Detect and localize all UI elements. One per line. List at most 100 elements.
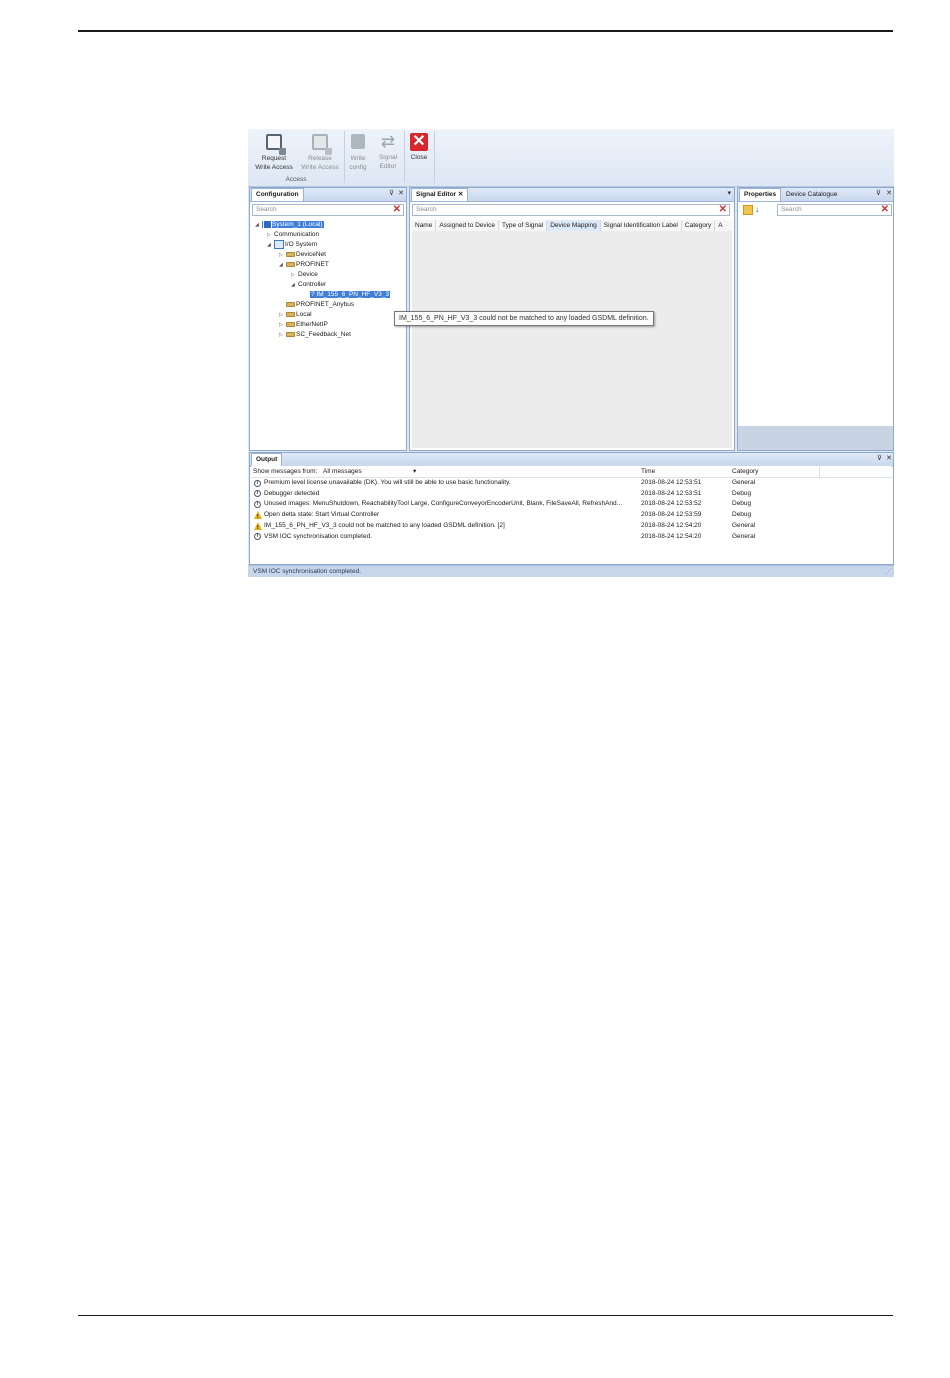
expand-toggle[interactable]: ◢ xyxy=(291,280,298,290)
status-bar: VSM IOC synchronisation completed. ⋰ xyxy=(248,565,894,577)
pin-icon[interactable]: ⊽ xyxy=(877,453,882,465)
expand-toggle[interactable]: ▷ xyxy=(291,270,298,280)
categorized-view-icon[interactable] xyxy=(743,205,753,215)
output-row[interactable]: IM_155_6_PN_HF_V3_3 could not be matched… xyxy=(251,521,892,533)
tab-properties[interactable]: Properties xyxy=(739,188,782,201)
output-message: VSM IOC synchronisation completed. xyxy=(264,532,373,540)
warning-icon xyxy=(254,511,262,523)
tree-node-im155[interactable]: ? IM_155_6_PN_HF_V3_3 xyxy=(310,290,391,300)
column-header-signal-identification-label[interactable]: Signal Identification Label xyxy=(601,220,682,231)
tree-node-local[interactable]: ▷ Local xyxy=(279,310,312,320)
tree-node-system[interactable]: ◢ System_1 (Local) xyxy=(255,220,324,230)
sort-alphabetical-icon[interactable]: ↓ xyxy=(755,204,759,215)
tree-node-label: System_1 (Local) xyxy=(272,221,323,229)
page-header-rule xyxy=(78,30,893,32)
configuration-panel: Configuration ⊽ ✕ Search ✕ ◢ System_1 (Lo… xyxy=(249,187,407,451)
column-header-category[interactable]: Category xyxy=(732,466,758,477)
expand-toggle[interactable]: ◢ xyxy=(255,220,262,230)
tree-node-sc-feedback-net[interactable]: ▷ SC_Feedback_Net xyxy=(279,330,351,340)
close-tab-icon[interactable]: ✕ xyxy=(458,191,463,198)
output-row[interactable]: Open delta state: Start Virtual Controll… xyxy=(251,510,892,523)
panel-header: Signal Editor ✕ ▾ xyxy=(410,188,734,202)
clear-search-icon[interactable]: ✕ xyxy=(881,204,889,215)
panel-header: Configuration ⊽ ✕ xyxy=(250,188,406,202)
tree-node-io-system[interactable]: ◢ I/O System xyxy=(267,240,317,250)
status-text: VSM IOC synchronisation completed. xyxy=(253,568,362,575)
release-write-access-button[interactable]: Release Write Access xyxy=(298,133,342,172)
expand-toggle[interactable]: ▷ xyxy=(279,330,286,340)
network-icon xyxy=(286,321,295,327)
tree-node-controller[interactable]: ◢ Controller xyxy=(291,280,326,290)
dropdown-arrow-icon[interactable]: ▾ xyxy=(727,188,731,200)
output-message: Premium level license unavailable (DK). … xyxy=(264,479,511,486)
pin-icon[interactable]: ⊽ xyxy=(389,188,394,200)
output-row[interactable]: i Unused images: MenuShutdown, Reachabil… xyxy=(251,499,892,510)
clear-search-icon[interactable]: ✕ xyxy=(719,204,727,215)
resize-grip-icon[interactable]: ⋰ xyxy=(886,566,893,577)
tree-node-label: DeviceNet xyxy=(296,251,326,258)
network-icon xyxy=(286,261,295,267)
column-header-device-mapping[interactable]: Device Mapping xyxy=(547,220,601,231)
tab-output[interactable]: Output xyxy=(251,453,283,466)
expand-toggle[interactable]: ▷ xyxy=(279,320,286,330)
expand-toggle[interactable]: ◢ xyxy=(279,260,286,270)
output-row[interactable]: i VSM IOC synchronisation completed. 201… xyxy=(251,532,892,543)
tree-node-devicenet[interactable]: ▷ DeviceNet xyxy=(279,250,326,260)
signal-editor-button[interactable]: ⇄ Signal Editor xyxy=(375,133,401,171)
button-label: Write xyxy=(350,155,366,162)
output-category: Debug xyxy=(732,511,752,519)
pin-icon[interactable]: ⊽ xyxy=(876,188,881,200)
write-config-button[interactable]: Write config xyxy=(346,133,370,172)
clear-search-icon[interactable]: ✕ xyxy=(393,204,401,215)
expand-toggle[interactable]: ◢ xyxy=(267,240,274,250)
tree-node-label: SC_Feedback_Net xyxy=(296,331,351,338)
tree-node-label: Communication xyxy=(274,231,320,238)
tab-device-catalogue[interactable]: Device Catalogue xyxy=(781,188,842,201)
output-message: IM_155_6_PN_HF_V3_3 could not be matched… xyxy=(264,521,505,529)
tree-node-label: PROFINET xyxy=(296,261,329,268)
tree-node-ethernetip[interactable]: ▷ EtherNetIP xyxy=(279,320,328,330)
close-panel-icon[interactable]: ✕ xyxy=(886,188,892,200)
column-header-a[interactable]: A xyxy=(715,220,725,231)
tree-node-label: Controller xyxy=(298,281,327,288)
tab-configuration[interactable]: Configuration xyxy=(251,188,304,201)
column-header-category[interactable]: Category xyxy=(682,220,716,231)
tree-node-profinet-anybus[interactable]: PROFINET_Anybus xyxy=(286,300,354,310)
request-write-access-button[interactable]: Request Write Access xyxy=(253,133,295,172)
button-label: config xyxy=(349,164,367,171)
ribbon: Request Write Access Release Write Acces… xyxy=(248,129,894,187)
signal-search-input[interactable]: Search ✕ xyxy=(412,204,730,216)
tree-node-communication[interactable]: ▷ Communication xyxy=(267,230,319,240)
tab-signal-editor[interactable]: Signal Editor ✕ xyxy=(411,188,469,201)
info-icon: i xyxy=(254,479,261,487)
show-messages-label: Show messages from: xyxy=(253,468,318,475)
output-category: General xyxy=(732,479,756,486)
properties-search-input[interactable]: Search ✕ xyxy=(777,204,892,216)
tree-node-label: Local xyxy=(296,311,312,318)
button-label: Write Access xyxy=(255,164,293,171)
search-placeholder: Search xyxy=(416,206,437,213)
warning-icon xyxy=(254,521,262,533)
column-header-assigned-to-device[interactable]: Assigned to Device xyxy=(436,220,499,231)
column-header-time[interactable]: Time xyxy=(641,466,655,477)
tree-node-profinet[interactable]: ◢ PROFINET xyxy=(279,260,329,270)
search-placeholder: Search xyxy=(781,206,802,213)
panel-header: Output ⊽ ✕ xyxy=(250,453,893,467)
tree-node-label: IM_155_6_PN_HF_V3_3 xyxy=(316,291,390,298)
expand-toggle[interactable]: ▷ xyxy=(279,310,286,320)
close-panel-icon[interactable]: ✕ xyxy=(886,453,892,465)
device-lock-icon xyxy=(265,134,283,152)
close-button[interactable]: ✕ Close xyxy=(408,133,430,162)
output-row[interactable]: i Debugger detected 2018-08-24 12:53:51 … xyxy=(251,489,892,500)
expand-toggle[interactable]: ▷ xyxy=(279,250,286,260)
close-panel-icon[interactable]: ✕ xyxy=(398,188,404,200)
output-time: 2018-08-24 12:54:20 xyxy=(641,521,702,529)
configuration-search-input[interactable]: Search ✕ xyxy=(252,204,404,216)
output-row[interactable]: i Premium level license unavailable (DK)… xyxy=(251,478,892,489)
io-system-icon xyxy=(274,240,284,249)
column-header-name[interactable]: Name xyxy=(412,220,437,231)
expand-toggle[interactable]: ▷ xyxy=(267,230,274,240)
column-header-type-of-signal[interactable]: Type of Signal xyxy=(499,220,548,231)
tree-node-device[interactable]: ▷ Device xyxy=(291,270,318,280)
dropdown-value: All messages xyxy=(323,468,362,475)
